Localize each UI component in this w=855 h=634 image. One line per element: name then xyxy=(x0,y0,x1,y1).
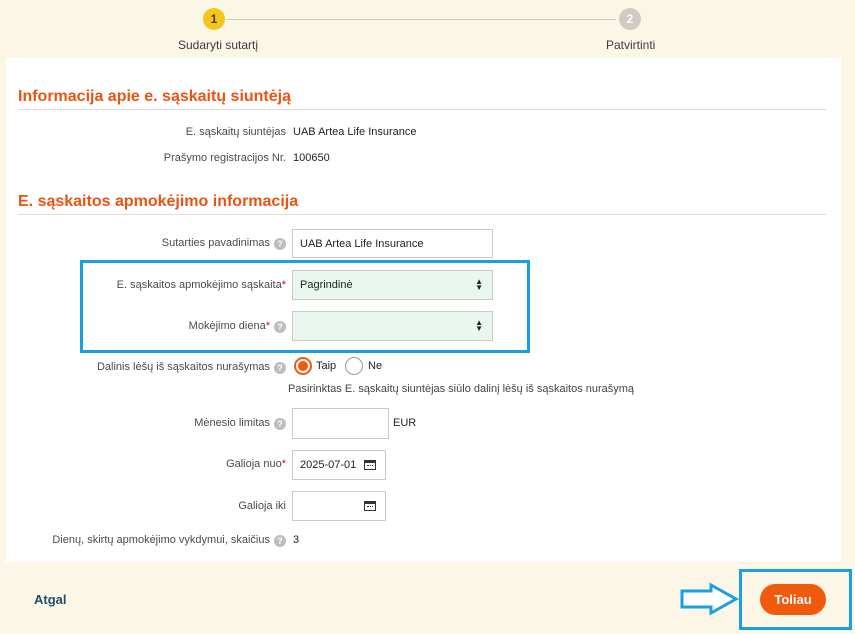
reg-number-value: 100650 xyxy=(293,152,330,164)
account-select[interactable]: Pagrindinė ▲ ▼ xyxy=(292,270,493,300)
account-label-row: E. sąskaitos apmokėjimo sąskaita* xyxy=(117,279,286,291)
next-button[interactable]: Toliau xyxy=(760,584,826,615)
contract-name-input[interactable] xyxy=(292,229,493,258)
help-icon[interactable]: ? xyxy=(274,321,286,333)
monthly-limit-input[interactable] xyxy=(292,408,389,439)
currency-label: EUR xyxy=(393,417,417,429)
payday-select[interactable]: ▲ ▼ xyxy=(292,311,493,341)
select-arrows-icon: ▲ ▼ xyxy=(475,277,483,292)
days-count-label-row: Dienų, skirtų apmokėjimo vykdymui, skaič… xyxy=(52,534,286,547)
arrow-right-icon xyxy=(680,582,740,616)
contract-name-label: Sutarties pavadinimas xyxy=(161,237,270,249)
calendar-icon[interactable] xyxy=(364,501,376,511)
contract-name-label-row: Sutarties pavadinimas? xyxy=(162,237,286,250)
help-icon[interactable]: ? xyxy=(274,535,286,547)
account-select-value: Pagrindinė xyxy=(300,279,353,291)
step-1-badge: 1 xyxy=(203,8,225,30)
section-title-payment: E. sąskaitos apmokėjimo informacija xyxy=(18,193,299,210)
step-1-label: Sudaryti sutartį xyxy=(178,38,259,52)
section-title-issuer: Informacija apie e. sąskaitų siuntėją xyxy=(18,88,291,105)
step-2-badge: 2 xyxy=(619,8,641,30)
valid-from-label: Galioja nuo xyxy=(226,458,282,470)
section-divider xyxy=(18,109,826,110)
days-count-value: 3 xyxy=(293,534,300,546)
monthly-limit-label-row: Mėnesio limitas? xyxy=(194,417,286,430)
step-2-label: Patvirtinti xyxy=(606,38,656,52)
partial-no-radio[interactable] xyxy=(345,357,363,375)
required-marker: * xyxy=(281,279,286,291)
help-icon[interactable]: ? xyxy=(274,238,286,250)
partial-debit-note: Pasirinktas E. sąskaitų siuntėjas siūlo … xyxy=(288,383,635,395)
partial-no-label[interactable]: Ne xyxy=(368,360,382,372)
account-label: E. sąskaitos apmokėjimo sąskaita xyxy=(116,279,282,291)
back-link[interactable]: Atgal xyxy=(34,592,67,607)
partial-debit-label-row: Dalinis lėšų iš sąskaitos nurašymas? xyxy=(97,361,286,374)
monthly-limit-label: Mėnesio limitas xyxy=(194,417,270,429)
issuer-label: E. sąskaitų siuntėjas xyxy=(185,126,286,138)
stepper-line xyxy=(226,19,616,20)
required-marker: * xyxy=(265,320,270,332)
valid-to-label: Galioja iki xyxy=(238,500,286,512)
valid-from-value: 2025-07-01 xyxy=(300,459,357,471)
valid-from-date-input[interactable]: 2025-07-01 xyxy=(292,450,386,480)
reg-number-label: Prašymo registracijos Nr. xyxy=(163,152,286,164)
required-marker: * xyxy=(281,458,286,470)
payday-label: Mokėjimo diena xyxy=(188,320,266,332)
valid-to-date-input[interactable] xyxy=(292,491,386,521)
payday-label-row: Mokėjimo diena*? xyxy=(189,320,286,333)
help-icon[interactable]: ? xyxy=(274,362,286,374)
calendar-icon[interactable] xyxy=(364,460,376,470)
partial-yes-label[interactable]: Taip xyxy=(316,360,336,372)
section-divider xyxy=(18,214,826,215)
partial-yes-radio[interactable] xyxy=(294,357,312,375)
progress-stepper: 1 Sudaryti sutartį 2 Patvirtinti xyxy=(0,0,855,58)
days-count-label: Dienų, skirtų apmokėjimo vykdymui, skaič… xyxy=(52,534,270,546)
partial-debit-label: Dalinis lėšų iš sąskaitos nurašymas xyxy=(96,361,270,373)
select-arrows-icon: ▲ ▼ xyxy=(475,318,483,333)
valid-from-label-row: Galioja nuo* xyxy=(226,458,286,470)
issuer-value: UAB Artea Life Insurance xyxy=(293,126,417,138)
help-icon[interactable]: ? xyxy=(274,418,286,430)
